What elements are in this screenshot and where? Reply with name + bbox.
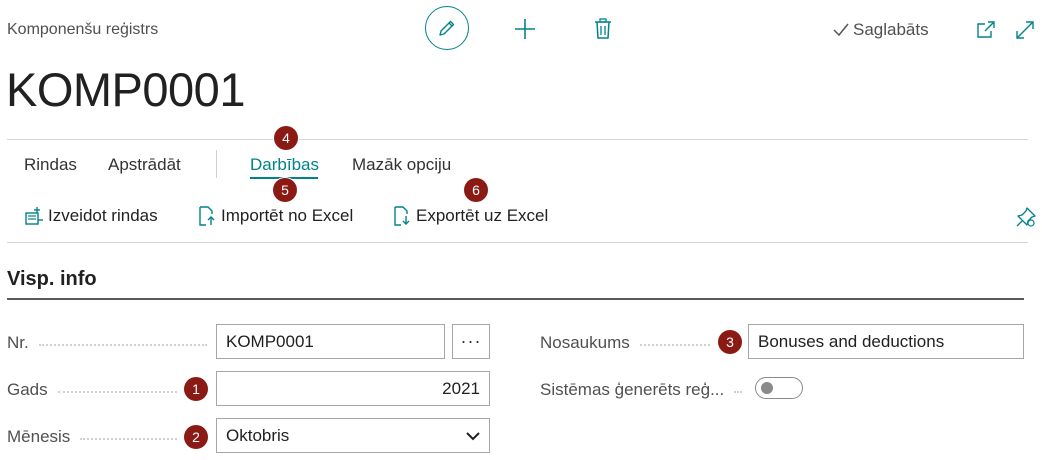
label-leader (38, 344, 207, 346)
menesis-selected-value: Oktobris (226, 425, 290, 445)
expand-button[interactable] (1013, 18, 1037, 42)
section-underline (7, 298, 1024, 300)
sistemas-label: Sistēmas ģenerēts reģ... (540, 380, 725, 399)
pencil-icon (439, 20, 455, 36)
tab-rindas[interactable]: Rindas (24, 155, 77, 175)
sistemas-label-row: Sistēmas ģenerēts reģ... (540, 380, 742, 400)
gads-field[interactable]: 2021 (216, 371, 490, 406)
breadcrumb: Komponenšu reģistrs (7, 21, 159, 38)
nr-label: Nr. (7, 333, 29, 352)
import-excel-button[interactable]: Importēt no Excel (197, 206, 353, 226)
open-in-new-window-icon (977, 21, 995, 38)
import-file-icon (199, 206, 215, 226)
divider (7, 139, 1028, 140)
nosaukums-label-row: Nosaukums (540, 333, 710, 353)
export-file-icon (394, 206, 410, 226)
plus-icon (515, 19, 535, 39)
nr-label-row: Nr. (7, 333, 207, 353)
page-title: KOMP0001 (6, 63, 245, 116)
callout-badge-5: 5 (273, 178, 297, 202)
tab-darbibas[interactable]: Darbības (250, 155, 319, 175)
trash-icon (595, 18, 611, 39)
save-status: Saglabāts (832, 20, 929, 40)
tab-less-options[interactable]: Mazāk opciju (352, 155, 451, 175)
callout-badge-6: 6 (464, 178, 488, 202)
import-excel-label: Importēt no Excel (221, 206, 354, 225)
expand-icon (1016, 21, 1034, 39)
nr-field[interactable]: KOMP0001 (216, 324, 445, 359)
nosaukums-label: Nosaukums (540, 333, 630, 352)
sistemas-toggle[interactable] (755, 377, 803, 399)
pin-icon (1016, 207, 1036, 227)
create-lines-icon (25, 207, 43, 225)
create-lines-button[interactable]: Izveidot rindas (24, 206, 158, 226)
ellipsis-icon: ··· (460, 331, 482, 351)
label-leader (639, 344, 710, 346)
callout-badge-2: 2 (184, 425, 208, 449)
label-leader (734, 391, 742, 393)
divider (7, 242, 1028, 243)
gads-label: Gads (7, 380, 48, 399)
create-lines-label: Izveidot rindas (48, 206, 158, 225)
menesis-label-row: Mēnesis (7, 427, 177, 447)
gads-label-row: Gads (7, 380, 177, 400)
export-excel-label: Exportēt uz Excel (416, 206, 549, 225)
chevron-down-icon (466, 431, 480, 440)
save-status-label: Saglabāts (853, 20, 929, 39)
section-title: Visp. info (7, 268, 97, 290)
callout-badge-3: 3 (718, 330, 742, 354)
toggle-knob (761, 382, 773, 394)
menesis-select[interactable]: Oktobris (216, 418, 490, 453)
tab-separator (216, 150, 217, 178)
edit-button[interactable] (425, 6, 469, 50)
export-excel-button[interactable]: Exportēt uz Excel (392, 206, 548, 226)
callout-badge-1: 1 (184, 377, 208, 401)
checkmark-icon (833, 23, 849, 37)
pin-button[interactable] (1014, 205, 1038, 229)
nosaukums-field[interactable]: Bonuses and deductions (748, 324, 1024, 359)
delete-button[interactable] (591, 16, 615, 42)
nr-assist-button[interactable]: ··· (452, 324, 490, 359)
tab-apstradat[interactable]: Apstrādāt (108, 155, 181, 175)
label-leader (57, 391, 177, 393)
new-button[interactable] (512, 16, 538, 42)
label-leader (80, 438, 177, 440)
open-new-window-button[interactable] (975, 19, 997, 41)
callout-badge-4: 4 (274, 126, 298, 150)
menesis-label: Mēnesis (7, 427, 71, 446)
